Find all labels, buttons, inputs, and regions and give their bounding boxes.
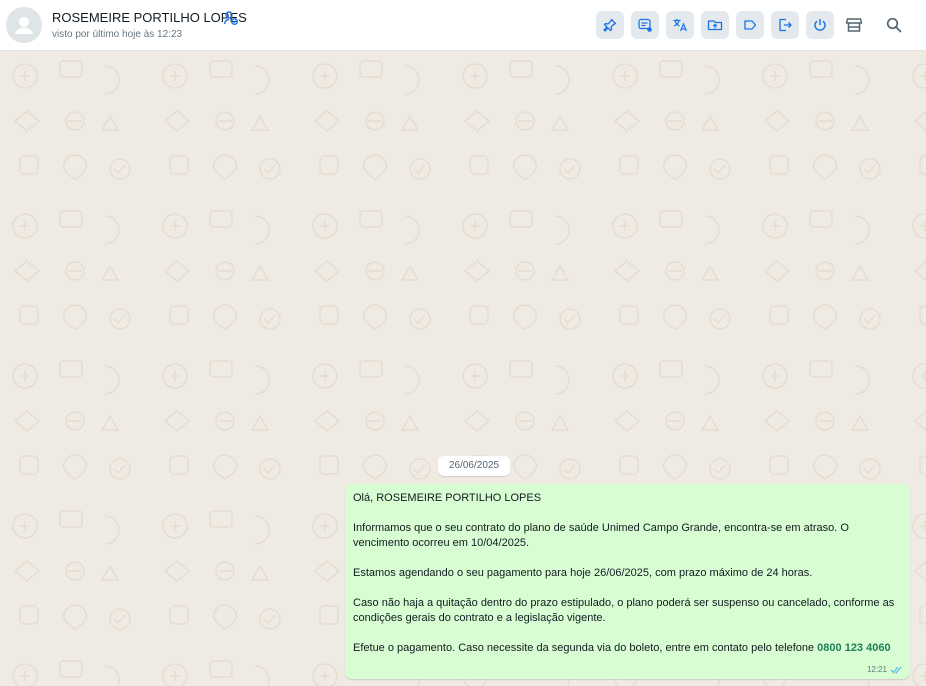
phone-link[interactable]: 0800 123 4060 [817, 642, 890, 654]
power-icon [814, 19, 826, 31]
chat-area: 26/06/2025 Olá, ROSEMEIRE PORTILHO LOPES… [0, 51, 926, 686]
store-icon [845, 18, 863, 32]
message-bubble[interactable]: Olá, ROSEMEIRE PORTILHO LOPES Informamos… [345, 484, 910, 679]
logout-button[interactable] [771, 11, 799, 39]
logout-icon [779, 18, 792, 32]
label-button[interactable] [736, 11, 764, 39]
power-button[interactable] [806, 11, 834, 39]
translate-icon [673, 19, 688, 32]
message-settings-icon [638, 18, 652, 32]
date-chip: 26/06/2025 [438, 456, 510, 476]
message-paragraph: Efetue o pagamento. Caso necessite da se… [353, 641, 902, 656]
contact-name[interactable]: ROSEMEIRE PORTILHO LOPES [52, 10, 247, 25]
message-paragraph: Caso não haja a quitação dentro do prazo… [353, 597, 895, 624]
folder-upload-icon [707, 20, 723, 31]
store-button[interactable] [840, 11, 868, 39]
search-button[interactable] [880, 11, 908, 39]
message-paragraph: Estamos agendando o seu pagamento para h… [353, 567, 813, 579]
folder-upload-button[interactable] [701, 11, 729, 39]
message-text: Efetue o pagamento. Caso necessite da se… [353, 642, 815, 654]
double-check-icon [890, 666, 902, 674]
translate-button[interactable] [666, 11, 694, 39]
message-settings-button[interactable] [631, 11, 659, 39]
last-seen-status: visto por último hoje às 12:23 [52, 29, 183, 40]
message-meta: 12:21 [867, 665, 904, 674]
pin-button[interactable] [596, 11, 624, 39]
pin-icon [603, 18, 617, 32]
default-avatar-icon[interactable] [6, 7, 42, 43]
message-paragraph: Informamos que o seu contrato do plano d… [353, 522, 849, 549]
message-greeting: Olá, ROSEMEIRE PORTILHO LOPES [353, 492, 542, 504]
chat-header: ROSEMEIRE PORTILHO LOPES visto por últim… [0, 0, 926, 51]
label-icon [744, 20, 757, 30]
contacts-badge-icon [223, 10, 239, 26]
search-icon [886, 17, 902, 33]
message-time: 12:21 [866, 665, 887, 674]
